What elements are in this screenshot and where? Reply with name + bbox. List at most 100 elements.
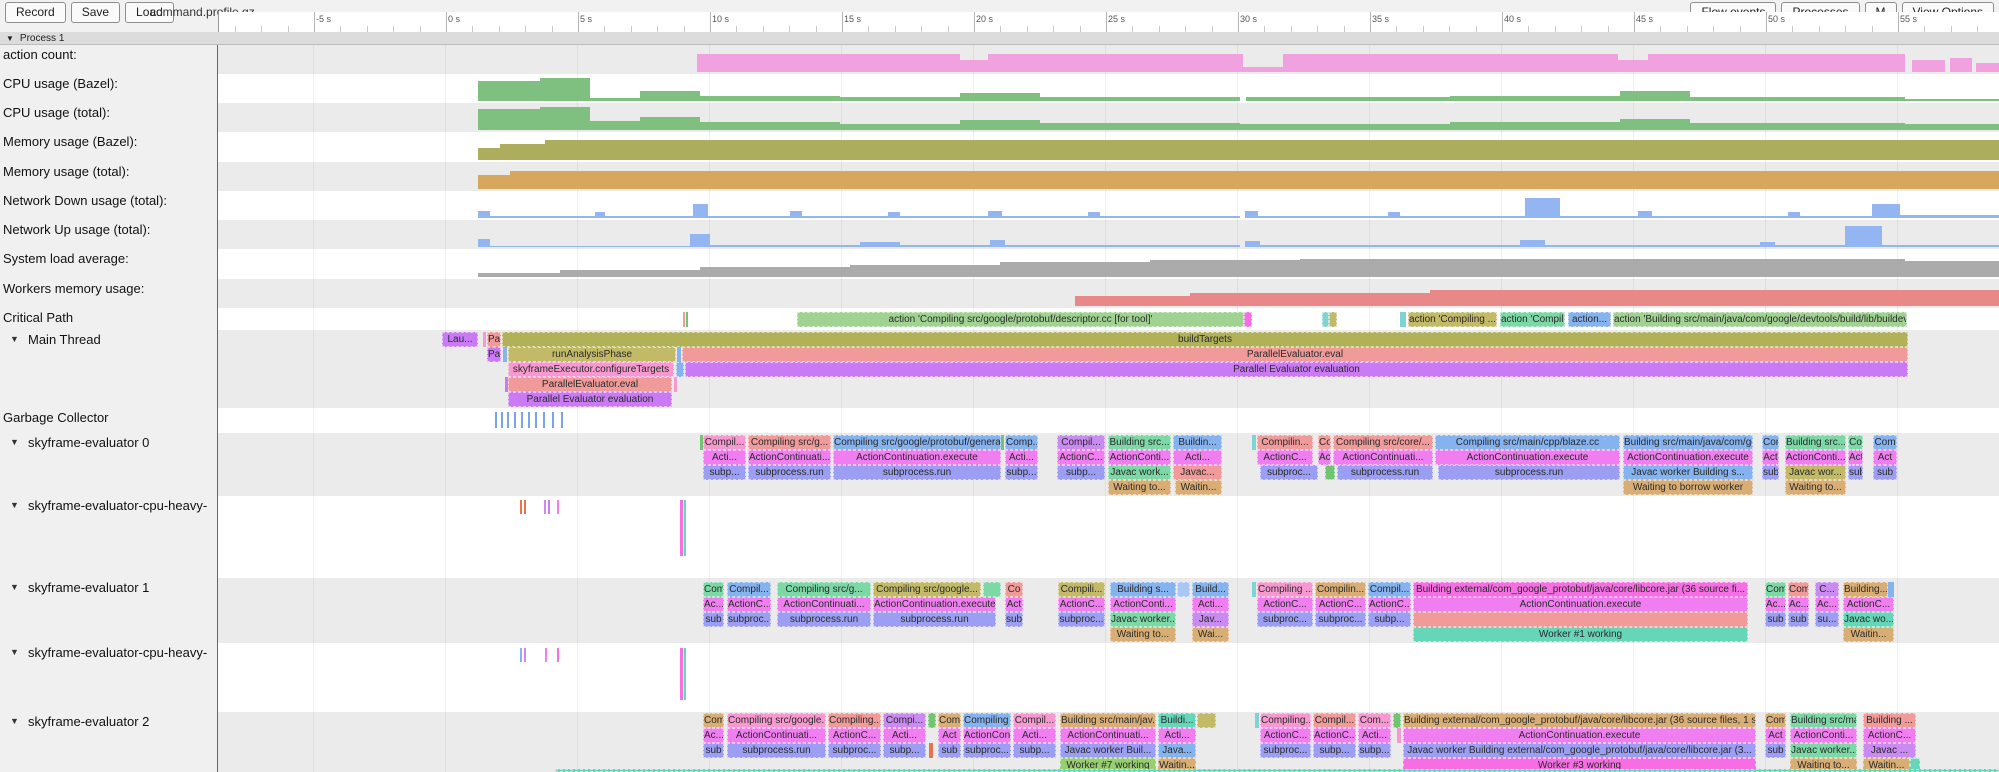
trace-event-bar[interactable] (928, 713, 936, 728)
trace-event-bar[interactable]: Building ... (1863, 713, 1916, 728)
trace-event-tick[interactable] (520, 648, 522, 662)
trace-event-bar[interactable]: runAnalysisPhase (508, 347, 676, 362)
trace-event-bar[interactable]: Compiling src/core/... (1333, 435, 1433, 450)
network-down-chart[interactable] (1652, 216, 1788, 218)
trace-event-bar[interactable]: Javac worker Building s... (1623, 465, 1753, 480)
cpu-bazel-chart[interactable] (1040, 97, 1240, 101)
trace-event-bar[interactable]: Acti... (1192, 597, 1229, 612)
row-label-skyframe-evaluator-cpu-heavy-a[interactable]: skyframe-evaluator-cpu-heavy- (28, 498, 207, 513)
cpu-total-chart[interactable] (540, 107, 590, 130)
cpu-total-chart[interactable] (1905, 124, 1999, 130)
trace-event-tick[interactable] (483, 332, 486, 347)
trace-event-bar[interactable]: Acti... (1013, 728, 1056, 743)
trace-event-tick[interactable] (680, 648, 683, 700)
trace-event-bar[interactable]: Worker #1 working (1413, 627, 1748, 642)
trace-event-bar[interactable]: Javac work... (1108, 465, 1171, 480)
trace-event-bar[interactable]: Waitin... (1175, 480, 1222, 495)
trace-event-bar[interactable]: Waitin... (1843, 627, 1894, 642)
trace-event-bar[interactable]: Co (1005, 582, 1023, 597)
trace-event-bar[interactable]: sub (1765, 743, 1786, 758)
trace-event-bar[interactable]: Com (1762, 435, 1779, 450)
system-load-chart[interactable] (478, 273, 560, 277)
trace-event-tick[interactable] (507, 412, 509, 428)
trace-event-bar[interactable]: Compili... (1058, 582, 1105, 597)
trace-event-bar[interactable] (983, 582, 1001, 597)
trace-event-bar[interactable]: ActionConti... (1108, 450, 1171, 465)
trace-event-bar[interactable]: Act (1873, 450, 1897, 465)
trace-event-bar[interactable] (1325, 465, 1335, 480)
cpu-bazel-chart[interactable] (540, 78, 590, 101)
trace-event-bar[interactable]: Par (487, 332, 501, 347)
trace-event-bar[interactable]: Javac worker... (1790, 743, 1857, 758)
trace-event-bar[interactable]: Compil... (1313, 713, 1356, 728)
network-down-chart[interactable] (1872, 204, 1900, 218)
cpu-total-chart[interactable] (1620, 119, 1690, 130)
trace-event-bar[interactable]: buildTargets (502, 332, 1908, 347)
trace-event-tick[interactable] (674, 377, 677, 392)
trace-event-bar[interactable]: ActionContinuati... (748, 450, 831, 465)
trace-event-bar[interactable]: Com (1765, 582, 1786, 597)
network-down-chart[interactable] (595, 212, 605, 218)
trace-event-tick[interactable] (1252, 435, 1256, 450)
trace-event-bar[interactable]: Compil... (1013, 713, 1056, 728)
trace-event-bar[interactable]: Compiling src/g... (748, 435, 831, 450)
system-load-chart[interactable] (1300, 259, 1905, 277)
trace-event-bar[interactable] (1244, 312, 1252, 327)
trace-event-bar[interactable]: Act (1005, 597, 1023, 612)
trace-event-bar[interactable]: Acti... (1005, 450, 1038, 465)
cpu-bazel-chart[interactable] (1246, 97, 1450, 101)
trace-event-bar[interactable]: ActionContinuation.execute (873, 597, 996, 612)
trace-event-tick[interactable] (684, 500, 686, 556)
trace-event-bar[interactable]: Com (1873, 435, 1897, 450)
trace-event-bar[interactable]: ParallelEvaluator.eval (682, 347, 1908, 362)
trace-event-bar[interactable]: subproc... (963, 743, 1011, 758)
network-up-chart[interactable] (1882, 245, 1999, 247)
trace-event-tick[interactable] (543, 412, 545, 428)
cpu-bazel-chart[interactable] (1905, 99, 1999, 101)
system-load-chart[interactable] (700, 267, 850, 277)
trace-event-bar[interactable]: ActionContinuation.execute (1403, 728, 1756, 743)
workers-memory-chart[interactable] (1905, 290, 1999, 306)
trace-event-bar[interactable]: Build... (1192, 582, 1229, 597)
workers-memory-chart[interactable] (1430, 290, 1905, 306)
cpu-bazel-chart[interactable] (840, 97, 960, 101)
trace-event-bar[interactable]: ActionC... (1260, 728, 1311, 743)
trace-event-bar[interactable]: subp... (883, 743, 926, 758)
action-count-chart[interactable] (697, 54, 960, 72)
trace-event-bar[interactable]: subp... (1005, 465, 1038, 480)
action-count-chart[interactable] (1283, 54, 1618, 72)
trace-event-bar[interactable]: subproc... (1260, 743, 1311, 758)
trace-event-bar[interactable]: subp... (1057, 465, 1105, 480)
network-up-chart[interactable] (1520, 240, 1545, 247)
trace-event-bar[interactable]: sub (1788, 612, 1809, 627)
trace-event-bar[interactable]: sub (1762, 465, 1779, 480)
trace-event-bar[interactable] (1177, 582, 1190, 597)
trace-event-bar[interactable]: Building src... (1785, 435, 1846, 450)
record-button[interactable]: Record (5, 2, 66, 23)
trace-event-tick[interactable] (514, 412, 516, 428)
trace-event-bar[interactable]: Acti... (883, 728, 926, 743)
process-header[interactable]: ▼ Process 1 (0, 32, 1999, 45)
trace-event-bar[interactable]: Co (1848, 435, 1863, 450)
trace-event-bar[interactable]: Compiling ... (1257, 582, 1313, 597)
system-load-chart[interactable] (1150, 260, 1300, 277)
memory-total-chart[interactable] (510, 171, 1999, 189)
trace-event-bar[interactable]: Building external/com_google_protobuf/ja… (1403, 713, 1756, 728)
network-up-chart[interactable] (490, 246, 690, 247)
trace-event-bar[interactable]: Building src/ma... (1790, 713, 1857, 728)
trace-event-bar[interactable]: Javac ... (1863, 743, 1916, 758)
trace-event-bar[interactable]: Compiling src/main/cpp/blaze.cc (1435, 435, 1620, 450)
trace-event-bar[interactable]: ActionConti... (1790, 728, 1857, 743)
network-up-chart[interactable] (690, 234, 710, 247)
network-down-chart[interactable] (693, 204, 708, 218)
trace-event-bar[interactable]: Com (703, 582, 724, 597)
trace-event-bar[interactable]: ActionC... (727, 597, 771, 612)
action-count-chart[interactable] (1976, 63, 1999, 72)
trace-event-bar[interactable]: Act (1762, 450, 1779, 465)
trace-event-bar[interactable]: action 'Building src/main/java/com/googl… (1613, 312, 1907, 327)
trace-event-tick[interactable] (929, 743, 933, 758)
network-down-chart[interactable] (988, 211, 1002, 218)
trace-event-bar[interactable]: subprocess.run (833, 465, 1001, 480)
trace-event-bar[interactable]: Javac worker... (1110, 612, 1176, 627)
trace-event-bar[interactable]: Waiting to... (1785, 480, 1846, 495)
